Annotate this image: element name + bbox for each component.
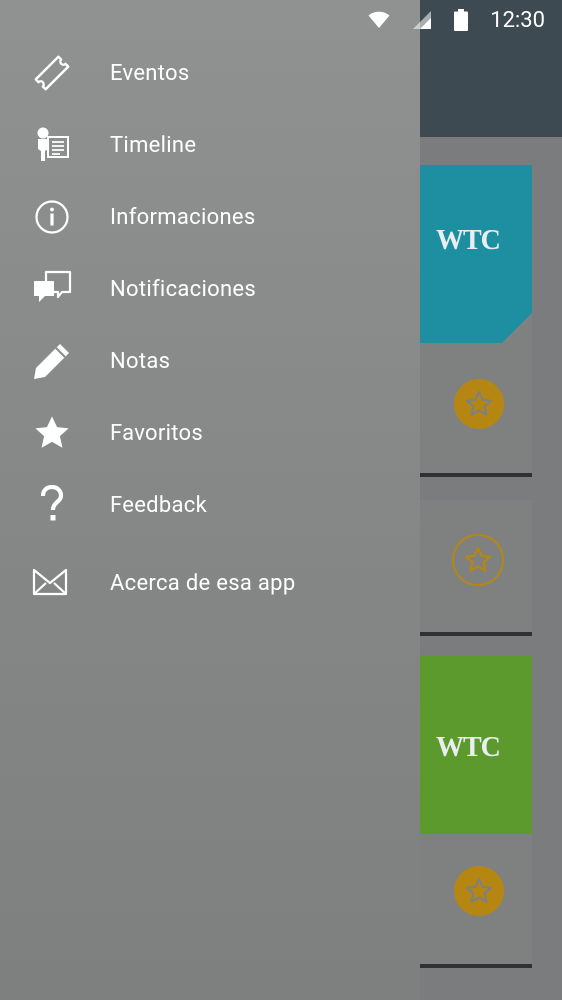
envelope-icon [0, 547, 110, 619]
nav-item-label: Favoritos [110, 420, 204, 446]
nav-item-acerca[interactable]: Acerca de esa app [0, 545, 420, 621]
info-icon [0, 181, 110, 253]
pencil-icon [0, 325, 110, 397]
favorite-star-icon[interactable] [454, 379, 504, 429]
nav-item-label: Acerca de esa app [110, 570, 296, 596]
nav-item-informaciones[interactable]: Informaciones [0, 181, 420, 253]
navigation-drawer: Eventos Timeline Informaciones Notificac… [0, 0, 420, 1000]
nav-item-label: Notificaciones [110, 276, 257, 302]
nav-item-label: Timeline [110, 132, 197, 158]
nav-item-favoritos[interactable]: Favoritos [0, 397, 420, 469]
favorite-star-outline-icon[interactable] [452, 534, 504, 586]
chat-bubbles-icon [0, 253, 110, 325]
question-icon [0, 469, 110, 541]
nav-item-feedback[interactable]: Feedback [0, 469, 420, 541]
nav-item-label: Informaciones [110, 204, 256, 230]
speaker-document-icon [0, 109, 110, 181]
cell-signal-icon [412, 10, 432, 30]
nav-item-label: Notas [110, 348, 171, 374]
wtc-logo: WTC [436, 732, 501, 763]
nav-item-notificaciones[interactable]: Notificaciones [0, 253, 420, 325]
wifi-icon [368, 11, 390, 29]
nav-item-label: Feedback [110, 492, 208, 518]
nav-item-timeline[interactable]: Timeline [0, 109, 420, 181]
battery-icon [454, 9, 469, 31]
nav-item-notas[interactable]: Notas [0, 325, 420, 397]
status-bar: 12:30 [0, 0, 562, 40]
nav-item-label: Eventos [110, 60, 190, 86]
favorite-star-icon[interactable] [454, 866, 504, 916]
wtc-logo: WTC [436, 225, 501, 256]
ticket-icon [0, 37, 110, 109]
status-time: 12:30 [490, 7, 545, 33]
nav-item-eventos[interactable]: Eventos [0, 37, 420, 109]
star-icon [0, 397, 110, 469]
drawer-menu: Eventos Timeline Informaciones Notificac… [0, 37, 420, 621]
